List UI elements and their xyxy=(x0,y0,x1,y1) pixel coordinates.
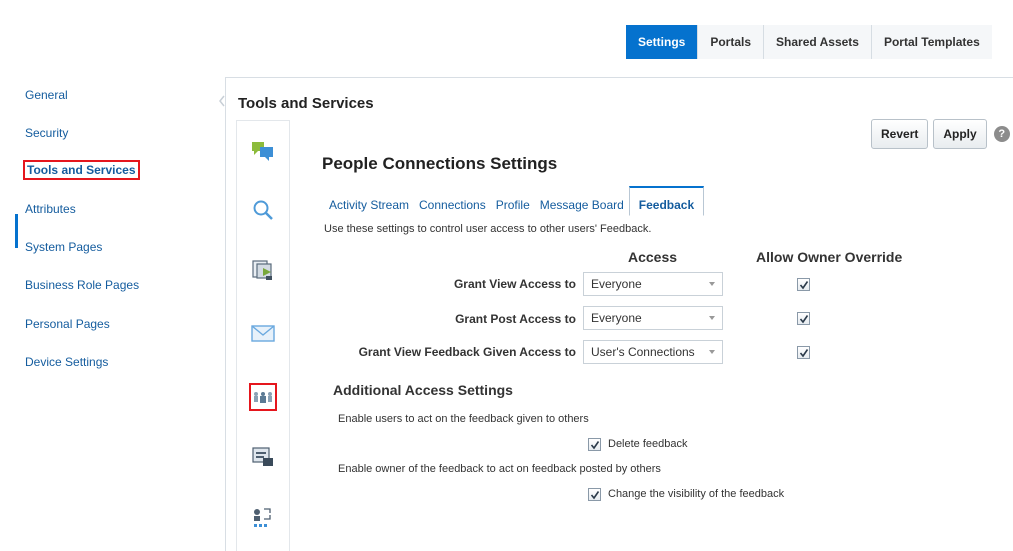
sidebar-selection-marker xyxy=(15,214,18,248)
delete-feedback-checkbox[interactable] xyxy=(588,438,601,451)
mail-icon[interactable] xyxy=(249,319,277,347)
override-column-header: Allow Owner Override xyxy=(756,249,903,265)
settings-description: Use these settings to control user acces… xyxy=(324,223,652,235)
subtab-message-board[interactable]: Message Board xyxy=(535,186,629,216)
search-icon[interactable] xyxy=(249,196,277,224)
sidebar: General Security Tools and Services Attr… xyxy=(0,64,210,551)
page-title: Tools and Services xyxy=(238,95,374,112)
grant-view-access-value: Everyone xyxy=(591,277,642,291)
apply-button[interactable]: Apply xyxy=(933,119,987,149)
grant-view-feedback-given-select[interactable]: User's Connections xyxy=(583,340,723,364)
activity-graph-icon[interactable] xyxy=(249,503,277,531)
settings-subtabs: Activity Stream Connections Profile Mess… xyxy=(324,186,705,216)
grant-view-access-label: Grant View Access to xyxy=(453,277,576,291)
grant-post-access-value: Everyone xyxy=(591,311,642,325)
grant-view-feedback-given-label: Grant View Feedback Given Access to xyxy=(358,345,576,359)
sidebar-item-tools-and-services[interactable]: Tools and Services xyxy=(23,160,140,180)
top-bar: Settings Portals Shared Assets Portal Te… xyxy=(0,0,1013,64)
sidebar-item-system-pages[interactable]: System Pages xyxy=(25,240,102,254)
settings-title: People Connections Settings xyxy=(322,154,558,173)
owner-feedback-text: Enable owner of the feedback to act on f… xyxy=(338,463,661,475)
change-visibility-checkbox[interactable] xyxy=(588,488,601,501)
tab-settings[interactable]: Settings xyxy=(626,25,698,59)
people-connections-icon[interactable] xyxy=(249,383,277,411)
additional-settings-title: Additional Access Settings xyxy=(333,382,513,398)
grant-post-access-select[interactable]: Everyone xyxy=(583,306,723,330)
sidebar-item-personal-pages[interactable]: Personal Pages xyxy=(25,317,110,331)
revert-button[interactable]: Revert xyxy=(871,119,929,149)
sidebar-item-general[interactable]: General xyxy=(25,88,68,102)
chevron-down-icon xyxy=(709,350,715,354)
grant-view-override-checkbox[interactable] xyxy=(797,278,810,291)
tab-shared-assets[interactable]: Shared Assets xyxy=(763,25,871,59)
documents-icon[interactable] xyxy=(249,256,277,284)
sidebar-item-attributes[interactable]: Attributes xyxy=(25,202,76,216)
subtab-connections[interactable]: Connections xyxy=(414,186,491,216)
action-buttons: Revert Apply ? xyxy=(871,119,1010,149)
main-content: Tools and Services Revert Apply ? People… xyxy=(225,77,1013,551)
grant-post-override-checkbox[interactable] xyxy=(797,312,810,325)
chevron-down-icon xyxy=(709,316,715,320)
chevron-down-icon xyxy=(709,282,715,286)
tab-portal-templates[interactable]: Portal Templates xyxy=(870,25,992,59)
subtab-activity-stream[interactable]: Activity Stream xyxy=(324,186,414,216)
grant-view-feedback-given-override-checkbox[interactable] xyxy=(797,346,810,359)
access-column-header: Access xyxy=(628,249,678,265)
top-tabs: Settings Portals Shared Assets Portal Te… xyxy=(626,25,992,59)
events-icon[interactable] xyxy=(249,442,277,470)
subtab-profile[interactable]: Profile xyxy=(491,186,535,216)
delete-feedback-label[interactable]: Delete feedback xyxy=(608,438,688,450)
grant-view-feedback-given-value: User's Connections xyxy=(591,345,695,359)
discussions-icon[interactable] xyxy=(249,137,277,165)
sidebar-item-business-role-pages[interactable]: Business Role Pages xyxy=(25,278,139,292)
grant-view-access-select[interactable]: Everyone xyxy=(583,272,723,296)
subtab-feedback[interactable]: Feedback xyxy=(628,186,705,216)
feedback-others-text: Enable users to act on the feedback give… xyxy=(338,413,589,425)
sidebar-item-security[interactable]: Security xyxy=(25,126,68,140)
help-icon[interactable]: ? xyxy=(993,126,1010,142)
tools-icon-strip xyxy=(236,120,290,551)
tab-portals[interactable]: Portals xyxy=(697,25,764,59)
grant-post-access-label: Grant Post Access to xyxy=(455,312,576,326)
change-visibility-label[interactable]: Change the visibility of the feedback xyxy=(608,488,784,500)
sidebar-item-device-settings[interactable]: Device Settings xyxy=(25,355,108,369)
